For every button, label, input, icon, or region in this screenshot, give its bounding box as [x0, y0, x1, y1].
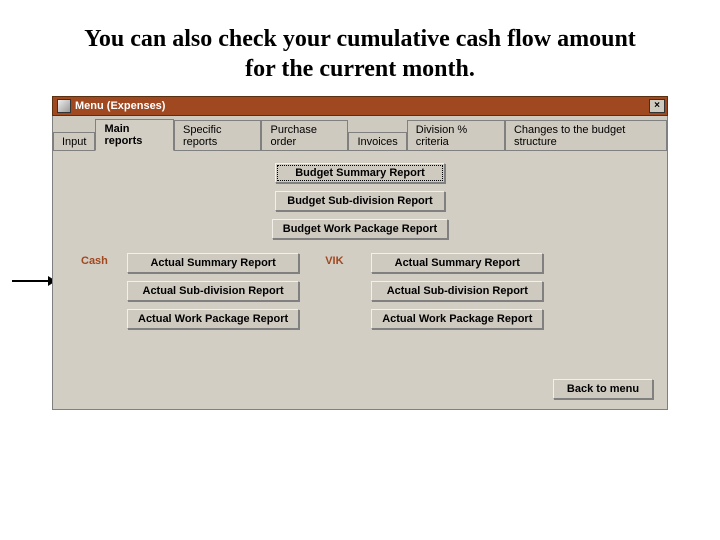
app-icon — [57, 99, 71, 113]
vik-actual-workpackage-button[interactable]: Actual Work Package Report — [371, 309, 543, 329]
tab-main-reports[interactable]: Main reports — [95, 119, 174, 151]
vik-button-stack: Actual Summary Report Actual Sub-divisio… — [371, 253, 543, 329]
actual-columns: Cash Actual Summary Report Actual Sub-di… — [63, 253, 657, 329]
window-titlebar: Menu (Expenses) × — [52, 96, 668, 116]
cash-actual-workpackage-button[interactable]: Actual Work Package Report — [127, 309, 299, 329]
cash-heading: Cash — [81, 253, 119, 329]
cash-column: Cash Actual Summary Report Actual Sub-di… — [81, 253, 299, 329]
tab-purchase-order[interactable]: Purchase order — [261, 120, 348, 151]
budget-subdivision-button[interactable]: Budget Sub-division Report — [275, 191, 445, 211]
vik-column: VIK Actual Summary Report Actual Sub-div… — [325, 253, 543, 329]
back-to-menu-button[interactable]: Back to menu — [553, 379, 653, 399]
budget-summary-button[interactable]: Budget Summary Report — [275, 163, 445, 183]
cash-actual-subdivision-button[interactable]: Actual Sub-division Report — [127, 281, 299, 301]
app-window: Menu (Expenses) × Input Main reports Spe… — [52, 96, 668, 410]
tab-invoices[interactable]: Invoices — [348, 132, 406, 151]
tab-specific-reports[interactable]: Specific reports — [174, 120, 262, 151]
tab-budget-changes[interactable]: Changes to the budget structure — [505, 120, 667, 151]
budget-button-group: Budget Summary Report Budget Sub-divisio… — [63, 163, 657, 239]
pointer-arrow — [12, 274, 56, 288]
close-button[interactable]: × — [649, 99, 665, 113]
app-container: Menu (Expenses) × Input Main reports Spe… — [52, 96, 668, 410]
vik-actual-summary-button[interactable]: Actual Summary Report — [371, 253, 543, 273]
tab-input[interactable]: Input — [53, 132, 95, 151]
tab-division-criteria[interactable]: Division % criteria — [407, 120, 505, 151]
vik-actual-subdivision-button[interactable]: Actual Sub-division Report — [371, 281, 543, 301]
tab-strip: Input Main reports Specific reports Purc… — [52, 116, 668, 150]
vik-heading: VIK — [325, 253, 363, 329]
tab-pane: Budget Summary Report Budget Sub-divisio… — [52, 150, 668, 410]
cash-actual-summary-button[interactable]: Actual Summary Report — [127, 253, 299, 273]
slide-title: You can also check your cumulative cash … — [0, 0, 720, 90]
budget-workpackage-button[interactable]: Budget Work Package Report — [272, 219, 448, 239]
window-title: Menu (Expenses) — [75, 100, 165, 112]
arrow-icon — [12, 274, 56, 288]
cash-button-stack: Actual Summary Report Actual Sub-divisio… — [127, 253, 299, 329]
footer-row: Back to menu — [553, 379, 653, 399]
